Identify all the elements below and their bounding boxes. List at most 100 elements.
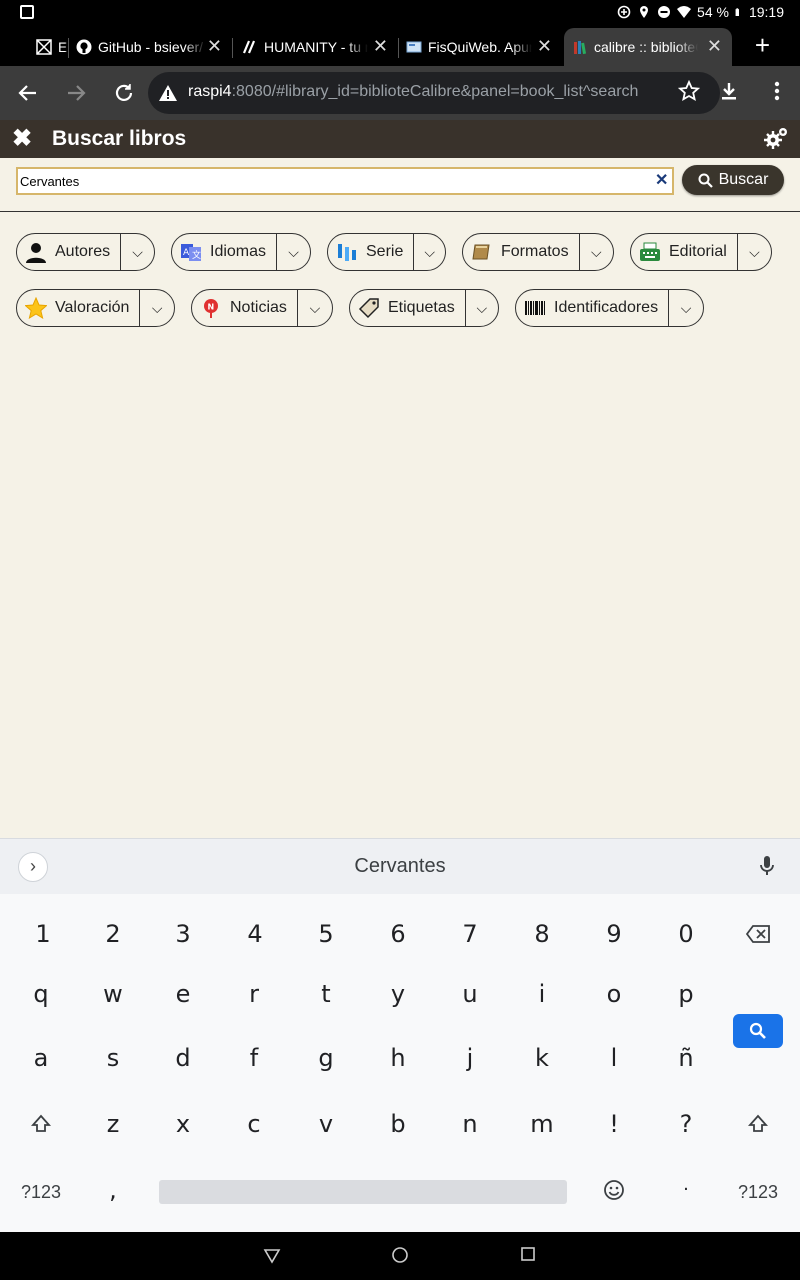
- key-u[interactable]: u: [440, 966, 500, 1022]
- category-valoracion[interactable]: Valoración ⌵: [16, 289, 175, 327]
- home-circle-icon[interactable]: [391, 1246, 409, 1264]
- symbols-key[interactable]: ?123: [11, 1164, 71, 1220]
- category-identificadores[interactable]: Identificadores ⌵: [515, 289, 704, 327]
- bookmark-star-icon[interactable]: [674, 76, 704, 106]
- microphone-icon[interactable]: [760, 856, 774, 876]
- recents-square-icon[interactable]: [520, 1246, 536, 1262]
- chevron-down-icon[interactable]: ⌵: [121, 244, 154, 261]
- chevron-down-icon[interactable]: ⌵: [580, 244, 613, 261]
- close-tab-icon[interactable]: ✕: [707, 36, 722, 56]
- tab-3[interactable]: FisQuiWeb. Apun ✕: [398, 28, 562, 66]
- key-2[interactable]: 2: [83, 906, 143, 962]
- tab-separator: [232, 38, 233, 58]
- key-t[interactable]: t: [296, 966, 356, 1022]
- chevron-down-icon[interactable]: ⌵: [140, 300, 174, 317]
- search-button[interactable]: Buscar: [682, 165, 784, 195]
- close-panel-icon[interactable]: ✖: [12, 124, 32, 154]
- new-tab-icon[interactable]: +: [755, 30, 770, 60]
- key-m[interactable]: m: [512, 1096, 572, 1152]
- key-d[interactable]: d: [153, 1030, 213, 1086]
- key-c[interactable]: c: [224, 1096, 284, 1152]
- key-k[interactable]: k: [512, 1030, 572, 1086]
- symbols-key-right[interactable]: ?123: [728, 1164, 788, 1220]
- tab-0[interactable]: E: [28, 28, 68, 66]
- chevron-down-icon[interactable]: ⌵: [414, 244, 445, 261]
- chevron-down-icon[interactable]: ⌵: [466, 300, 498, 317]
- clear-search-icon[interactable]: ✕: [655, 172, 668, 190]
- menu-more-icon[interactable]: [762, 76, 792, 106]
- key-v[interactable]: v: [296, 1096, 356, 1152]
- category-etiquetas[interactable]: Etiquetas ⌵: [349, 289, 499, 327]
- address-bar[interactable]: raspi4:8080/#library_id=biblioteCalibre&…: [148, 72, 720, 114]
- key-7[interactable]: 7: [440, 906, 500, 962]
- key-1[interactable]: 1: [13, 906, 73, 962]
- key-w[interactable]: w: [83, 966, 143, 1022]
- tab-4-active[interactable]: calibre :: biblioteC ✕: [564, 28, 732, 66]
- key-r[interactable]: r: [224, 966, 284, 1022]
- key-question[interactable]: ?: [656, 1096, 716, 1152]
- backspace-icon[interactable]: [728, 906, 788, 962]
- category-label: Formatos: [501, 243, 569, 260]
- key-h[interactable]: h: [368, 1030, 428, 1086]
- key-x[interactable]: x: [153, 1096, 213, 1152]
- key-s[interactable]: s: [83, 1030, 143, 1086]
- shift-left-icon[interactable]: [11, 1096, 71, 1152]
- key-period[interactable]: ·: [656, 1162, 716, 1218]
- close-tab-icon[interactable]: ✕: [207, 36, 222, 56]
- close-tab-icon[interactable]: ✕: [373, 36, 388, 56]
- search-enter-key[interactable]: [733, 1014, 783, 1048]
- key-e[interactable]: e: [153, 966, 213, 1022]
- key-q[interactable]: q: [11, 966, 71, 1022]
- chevron-down-icon[interactable]: ⌵: [669, 300, 703, 317]
- shift-right-icon[interactable]: [728, 1096, 788, 1152]
- url-text[interactable]: raspi4:8080/#library_id=biblioteCalibre&…: [188, 83, 638, 101]
- tab-1[interactable]: GitHub - bsiever/ ✕: [68, 28, 232, 66]
- key-f[interactable]: f: [224, 1030, 284, 1086]
- space-bar[interactable]: [159, 1180, 567, 1204]
- key-4[interactable]: 4: [225, 906, 285, 962]
- category-editorial[interactable]: Editorial ⌵: [630, 233, 772, 271]
- key-b[interactable]: b: [368, 1096, 428, 1152]
- key-p[interactable]: p: [656, 966, 716, 1022]
- key-comma[interactable]: ,: [83, 1162, 143, 1218]
- key-z[interactable]: z: [83, 1096, 143, 1152]
- back-triangle-icon[interactable]: [263, 1246, 281, 1264]
- key-y[interactable]: y: [368, 966, 428, 1022]
- key-8[interactable]: 8: [512, 906, 572, 962]
- not-secure-warning-icon[interactable]: [158, 84, 178, 102]
- tab-2[interactable]: HUMANITY - tu n ✕: [234, 28, 398, 66]
- category-noticias[interactable]: N Noticias ⌵: [191, 289, 333, 327]
- key-g[interactable]: g: [296, 1030, 356, 1086]
- search-input[interactable]: [16, 167, 674, 195]
- key-5[interactable]: 5: [296, 906, 356, 962]
- key-l[interactable]: l: [584, 1030, 644, 1086]
- key-n[interactable]: n: [440, 1096, 500, 1152]
- chevron-down-icon[interactable]: ⌵: [277, 244, 310, 261]
- category-formatos[interactable]: Formatos ⌵: [462, 233, 614, 271]
- chevron-down-icon[interactable]: ⌵: [298, 300, 332, 317]
- download-icon[interactable]: [714, 76, 744, 106]
- key-i[interactable]: i: [512, 966, 572, 1022]
- key-0[interactable]: 0: [656, 906, 716, 962]
- key-9[interactable]: 9: [584, 906, 644, 962]
- category-idiomas[interactable]: A文 Idiomas ⌵: [171, 233, 311, 271]
- key-6[interactable]: 6: [368, 906, 428, 962]
- category-label: Valoración: [55, 299, 130, 316]
- settings-gear-icon[interactable]: [764, 125, 790, 151]
- back-icon[interactable]: [13, 78, 43, 108]
- key-3[interactable]: 3: [153, 906, 213, 962]
- key-n-tilde[interactable]: ñ: [656, 1030, 716, 1086]
- chevron-down-icon[interactable]: ⌵: [738, 244, 771, 261]
- category-serie[interactable]: Serie ⌵: [327, 233, 446, 271]
- category-autores[interactable]: Autores ⌵: [16, 233, 155, 271]
- reload-icon[interactable]: [109, 78, 139, 108]
- forward-icon[interactable]: [61, 78, 91, 108]
- close-tab-icon[interactable]: ✕: [537, 36, 552, 56]
- suggestion-word[interactable]: Cervantes: [0, 855, 800, 878]
- key-a[interactable]: a: [11, 1030, 71, 1086]
- key-o[interactable]: o: [584, 966, 644, 1022]
- key-j[interactable]: j: [440, 1030, 500, 1086]
- key-exclamation[interactable]: !: [584, 1096, 644, 1152]
- system-navigation-bar: [0, 1232, 800, 1280]
- emoji-icon[interactable]: [584, 1162, 644, 1218]
